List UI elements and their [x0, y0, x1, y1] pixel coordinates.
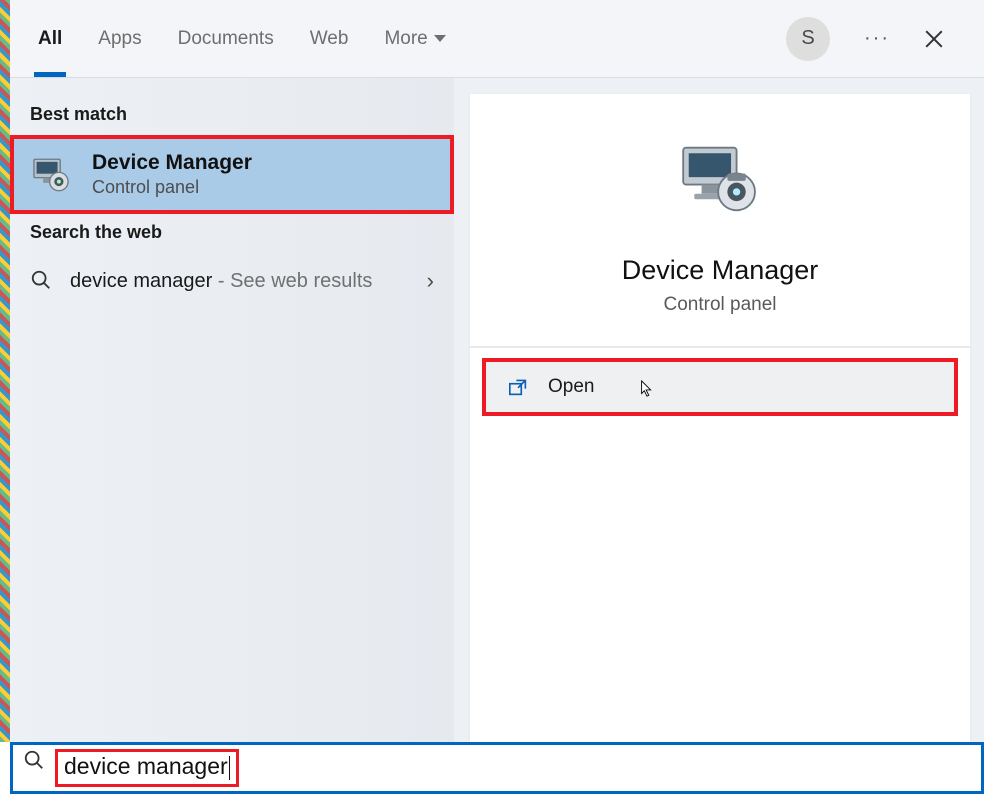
header-actions: S ··· [786, 17, 984, 61]
more-options-button[interactable]: ··· [864, 27, 890, 50]
best-match-text: Device Manager Control panel [92, 151, 252, 198]
tab-web[interactable]: Web [310, 0, 349, 77]
device-manager-icon [674, 140, 766, 218]
search-input-value: device manager [64, 753, 228, 779]
search-web-heading: Search the web [10, 214, 454, 253]
desktop-edge [0, 0, 10, 742]
detail-title: Device Manager [490, 255, 950, 286]
actions-section: Open [470, 348, 970, 426]
tab-more-label: More [384, 28, 427, 50]
search-icon [23, 749, 45, 771]
best-match-heading: Best match [10, 96, 454, 135]
device-manager-icon [30, 154, 72, 196]
best-match-subtitle: Control panel [92, 177, 252, 198]
tab-all[interactable]: All [38, 0, 62, 77]
search-header: All Apps Documents Web More S ··· [10, 0, 984, 78]
web-search-text: device manager - See web results [70, 265, 409, 297]
tab-apps[interactable]: Apps [98, 0, 141, 77]
tab-more[interactable]: More [384, 0, 445, 77]
chevron-down-icon [434, 35, 446, 42]
open-label: Open [548, 376, 594, 398]
search-input[interactable]: device manager [55, 749, 239, 787]
results-list: Best match Device Manager Control panel … [10, 78, 454, 742]
search-icon [30, 269, 52, 291]
close-button[interactable] [924, 29, 944, 49]
detail-card: Device Manager Control panel Open [470, 94, 970, 742]
chevron-right-icon: › [427, 268, 434, 294]
text-caret [229, 756, 230, 780]
search-box[interactable]: device manager [10, 742, 984, 794]
web-search-suffix: - See web results [212, 270, 372, 292]
web-search-query: device manager [70, 270, 212, 292]
detail-panel: Device Manager Control panel Open [454, 78, 984, 742]
user-avatar[interactable]: S [786, 17, 830, 61]
tab-documents[interactable]: Documents [178, 0, 274, 77]
filter-tabs: All Apps Documents Web More [10, 0, 446, 77]
results-body: Best match Device Manager Control panel … [10, 78, 984, 742]
detail-header: Device Manager Control panel [470, 94, 970, 348]
mouse-cursor-icon [640, 380, 654, 398]
best-match-result[interactable]: Device Manager Control panel [10, 135, 454, 214]
web-search-result[interactable]: device manager - See web results › [10, 253, 454, 307]
open-action[interactable]: Open [482, 358, 958, 416]
open-icon [508, 378, 528, 396]
best-match-title: Device Manager [92, 151, 252, 175]
detail-subtitle: Control panel [490, 294, 950, 316]
